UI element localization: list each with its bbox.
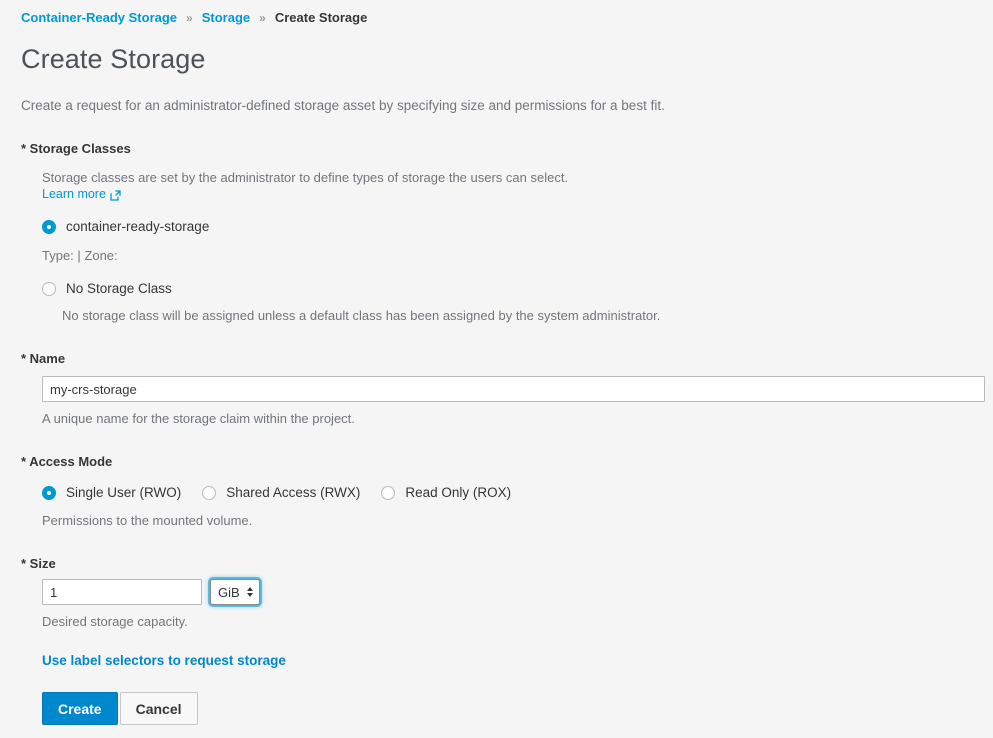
create-button[interactable]: Create: [42, 692, 118, 725]
storage-class-label: container-ready-storage: [66, 219, 210, 234]
size-label: * Size: [21, 556, 56, 571]
access-mode-radio-rwo[interactable]: Single User (RWO): [42, 485, 181, 500]
storage-classes-help: Storage classes are set by the administr…: [42, 170, 569, 185]
cancel-button[interactable]: Cancel: [119, 692, 198, 725]
breadcrumb-item-storage[interactable]: Storage: [202, 10, 250, 25]
updown-arrow-icon: [246, 587, 253, 597]
size-input[interactable]: [42, 579, 202, 605]
storage-class-label: No Storage Class: [66, 281, 172, 296]
storage-class-option-no-storage-class[interactable]: No Storage Class: [42, 281, 972, 296]
name-input[interactable]: [42, 376, 985, 402]
access-mode-label: * Access Mode: [21, 454, 113, 469]
storage-class-option-container-ready-storage[interactable]: container-ready-storage: [42, 219, 972, 234]
radio-icon-unselected[interactable]: [381, 485, 396, 500]
storage-class-radio-container-ready-storage[interactable]: container-ready-storage: [42, 219, 209, 234]
breadcrumb: Container-Ready Storage » Storage » Crea…: [0, 0, 993, 35]
size-unit-select[interactable]: GiB: [210, 579, 260, 605]
external-link-icon: [110, 189, 121, 201]
name-label: * Name: [21, 351, 66, 366]
storage-classes-label: * Storage Classes: [21, 141, 131, 156]
size-row: GiB: [42, 579, 972, 605]
breadcrumb-separator-icon: »: [259, 10, 266, 25]
page-description: Create a request for an administrator-de…: [21, 98, 665, 113]
storage-class-radio-no-storage-class[interactable]: No Storage Class: [42, 281, 172, 296]
breadcrumb-separator-icon: »: [186, 10, 193, 25]
storage-class-meta-type-zone: Type: | Zone:: [42, 248, 118, 263]
learn-more-label: Learn more: [42, 187, 106, 201]
breadcrumb-item-container-ready-storage[interactable]: Container-Ready Storage: [21, 10, 177, 25]
create-storage-form: Create Storage Create a request for an a…: [0, 44, 993, 725]
access-mode-radio-rox[interactable]: Read Only (ROX): [381, 485, 511, 500]
name-help: A unique name for the storage claim with…: [42, 411, 355, 426]
no-storage-class-help: No storage class will be assigned unless…: [62, 308, 661, 323]
access-mode-radio-rwx[interactable]: Shared Access (RWX): [202, 485, 360, 500]
breadcrumb-item-create-storage: Create Storage: [274, 10, 368, 25]
radio-icon-selected[interactable]: [42, 219, 56, 234]
access-mode-label-rwo: Single User (RWO): [66, 485, 182, 500]
radio-icon-unselected[interactable]: [42, 281, 56, 296]
radio-icon-unselected[interactable]: [202, 485, 217, 500]
form-actions: Create Cancel: [42, 692, 972, 725]
access-mode-label-rox: Read Only (ROX): [405, 485, 512, 500]
access-mode-label-rwx: Shared Access (RWX): [226, 485, 361, 500]
page-title: Create Storage: [21, 44, 206, 74]
learn-more-link[interactable]: Learn more: [42, 187, 121, 201]
size-unit-value: GiB: [218, 584, 240, 600]
radio-icon-selected[interactable]: [42, 485, 56, 500]
label-selectors-link[interactable]: Use label selectors to request storage: [42, 653, 286, 668]
access-mode-options: Single User (RWO) Shared Access (RWX) Re…: [42, 485, 972, 500]
size-help: Desired storage capacity.: [42, 614, 188, 629]
access-mode-help: Permissions to the mounted volume.: [42, 513, 253, 528]
